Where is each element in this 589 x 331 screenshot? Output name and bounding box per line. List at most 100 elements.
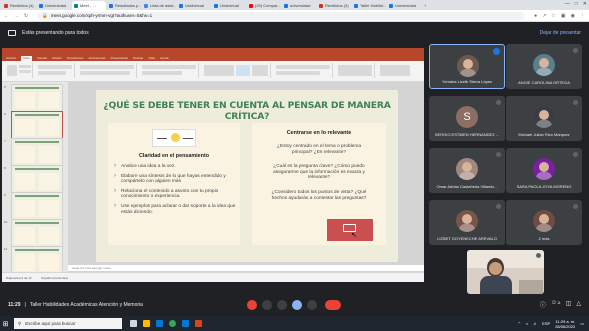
participant-tile[interactable]: SARA PAOLA JOYA MORENO (506, 148, 582, 193)
info-icon[interactable]: ⓘ (540, 300, 546, 309)
browser-tab[interactable]: Universidad (37, 1, 71, 10)
windows-start-icon[interactable]: ⊞ (0, 316, 11, 331)
avatar (457, 55, 479, 77)
browser-tab[interactable]: Recibidos (4) (2, 1, 36, 10)
favicon-icon (284, 3, 288, 8)
browser-tab[interactable]: universidad (282, 1, 316, 10)
left-card-heading: Claridad en el pensamiento (138, 153, 210, 159)
slide-thumbnail[interactable] (11, 84, 63, 112)
chevron-up-icon[interactable]: ⌃ (518, 321, 521, 326)
taskbar-search[interactable]: ⚲ Escribe aquí para buscar (14, 318, 122, 329)
present-button[interactable] (292, 300, 302, 310)
left-card-list: Analice una idea a la vez. Elabore una s… (114, 164, 236, 219)
participant-tile[interactable]: LIZBET GOYENECHE AREVALO (429, 200, 505, 245)
chat-icon[interactable]: ◫ (566, 300, 572, 309)
browser-tab[interactable]: Unidvirtual (212, 1, 246, 10)
url-input[interactable]: 🔒 meet.google.com/xph-yrmm-vgt?authuser=… (37, 11, 526, 20)
participant-tile[interactable]: Michael Julian Rico Marquez (506, 96, 582, 141)
file-explorer-icon[interactable] (143, 320, 150, 327)
favicon-icon (39, 3, 43, 8)
presenting-label: Estás presentando para todos (22, 29, 89, 36)
notes-field[interactable]: Haga clic para agregar notas (68, 265, 424, 271)
slide-thumbnail[interactable] (11, 138, 63, 166)
search-icon: ⚲ (18, 320, 22, 326)
participant-tile[interactable]: Omar Adrian Castañeda Villamiz... (429, 148, 505, 193)
language-status: Español (Colombia) (41, 275, 68, 280)
slide-thumbnail[interactable] (11, 111, 63, 139)
divider: | (24, 302, 26, 308)
slide-title: ¿QUÉ SE DEBE TENER EN CUENTA AL PENSAR D… (103, 100, 391, 122)
wifi-icon[interactable]: ≈ (526, 321, 528, 326)
more-options-icon[interactable] (536, 253, 541, 258)
shared-screen: Archivo Inicio Insertar Diseño Transiciones A… (2, 48, 424, 282)
slide-thumbnail[interactable] (11, 246, 63, 274)
stop-presenting-button[interactable]: Dejar de presentar (540, 30, 581, 36)
minimize-icon[interactable]: — (565, 1, 570, 7)
favicon-icon (214, 3, 218, 8)
task-view-icon[interactable] (130, 320, 137, 327)
edge-icon[interactable] (156, 320, 163, 327)
participant-tile[interactable]: 2 más (506, 200, 582, 245)
thumbnail-number: 8 (4, 166, 6, 170)
favicon-icon (319, 3, 323, 8)
maximize-icon[interactable]: □ (575, 1, 578, 7)
browser-tab[interactable]: Taller Habilid... (352, 1, 386, 10)
camera-button[interactable] (262, 300, 272, 310)
participant-name: ANGIE CAROLINA ORTEGA (518, 80, 570, 85)
list-item: Use ejemplos para aclarar o dar soporte … (114, 204, 236, 215)
mic-off-icon (496, 204, 501, 209)
participant-tile[interactable]: ANGIE CAROLINA ORTEGA (506, 44, 582, 89)
browser-tab[interactable]: Meet - ... (72, 1, 106, 10)
chrome-icon[interactable] (169, 320, 176, 327)
forward-icon[interactable]: → (14, 13, 19, 19)
close-icon[interactable]: ✕ (583, 1, 587, 7)
back-icon[interactable]: ← (4, 13, 9, 19)
more-options-button[interactable] (307, 300, 317, 310)
raise-hand-button[interactable] (277, 300, 287, 310)
camera-icon[interactable]: ● (534, 13, 537, 19)
avatar: S (456, 106, 478, 128)
tab-label: (29) Compar... (255, 3, 281, 8)
mic-off-button[interactable] (247, 300, 257, 310)
slide-counter: Diapositiva 6 de 12 (6, 275, 32, 280)
extensions-icon[interactable]: ▣ (561, 13, 566, 19)
slide-thumbnail[interactable] (11, 192, 63, 220)
language-indicator[interactable]: ESP (542, 321, 550, 326)
url-text: meet.google.com/xph-yrmm-vgt?authuser=0&… (50, 13, 153, 18)
menu-icon[interactable]: ⋮ (580, 13, 585, 19)
window-controls[interactable]: — □ ✕ (565, 1, 587, 7)
participant-tile[interactable]: Yomaira Lizeth Sierra López (429, 44, 505, 89)
store-icon[interactable] (182, 320, 189, 327)
present-screen-icon (8, 29, 16, 36)
people-icon[interactable]: ☺11 (551, 300, 561, 309)
reload-icon[interactable]: ↻ (24, 13, 28, 19)
leave-call-button[interactable] (325, 300, 341, 310)
slide-editor: ¿QUÉ SE DEBE TENER EN CUENTA AL PENSAR D… (68, 82, 424, 272)
profile-icon[interactable]: ◉ (571, 13, 575, 19)
activities-icon[interactable]: △ (576, 300, 581, 309)
thumbnail-number: 5 (4, 85, 6, 89)
notifications-icon[interactable]: ▭ (580, 321, 584, 326)
browser-tab[interactable]: (29) Compar... (247, 1, 281, 10)
slide-thumbnail[interactable] (11, 165, 63, 193)
slide-thumbnails: 5 6 7 8 9 10 11 (2, 82, 68, 274)
participant-name: SERGIO ESTIBEN HERNANDEZ ... (434, 132, 500, 137)
new-tab-button[interactable]: + (422, 1, 430, 10)
favicon-icon (4, 3, 8, 8)
browser-tab[interactable]: Unidvirtual (177, 1, 211, 10)
browser-tab[interactable]: Universidad (387, 1, 421, 10)
participant-tile[interactable]: S SERGIO ESTIBEN HERNANDEZ ... (429, 96, 505, 141)
browser-tab[interactable]: Recibidos (4) (317, 1, 351, 10)
powerpoint-titlebar (2, 48, 424, 56)
clock[interactable]: 11:29 a. m. 28/06/2022 (555, 319, 575, 329)
share-icon[interactable]: ↗ (542, 13, 546, 19)
browser-tab[interactable]: Lista de asist... (142, 1, 176, 10)
browser-tab[interactable]: Resultados p... (107, 1, 141, 10)
powerpoint-icon[interactable] (195, 320, 202, 327)
favicon-icon (249, 3, 253, 8)
slide-thumbnail[interactable] (11, 219, 63, 247)
tab-label: Universidad (395, 3, 417, 8)
taskbar-apps (130, 320, 202, 327)
star-icon[interactable]: ☆ (551, 13, 555, 19)
volume-icon[interactable]: ♬ (533, 321, 537, 326)
